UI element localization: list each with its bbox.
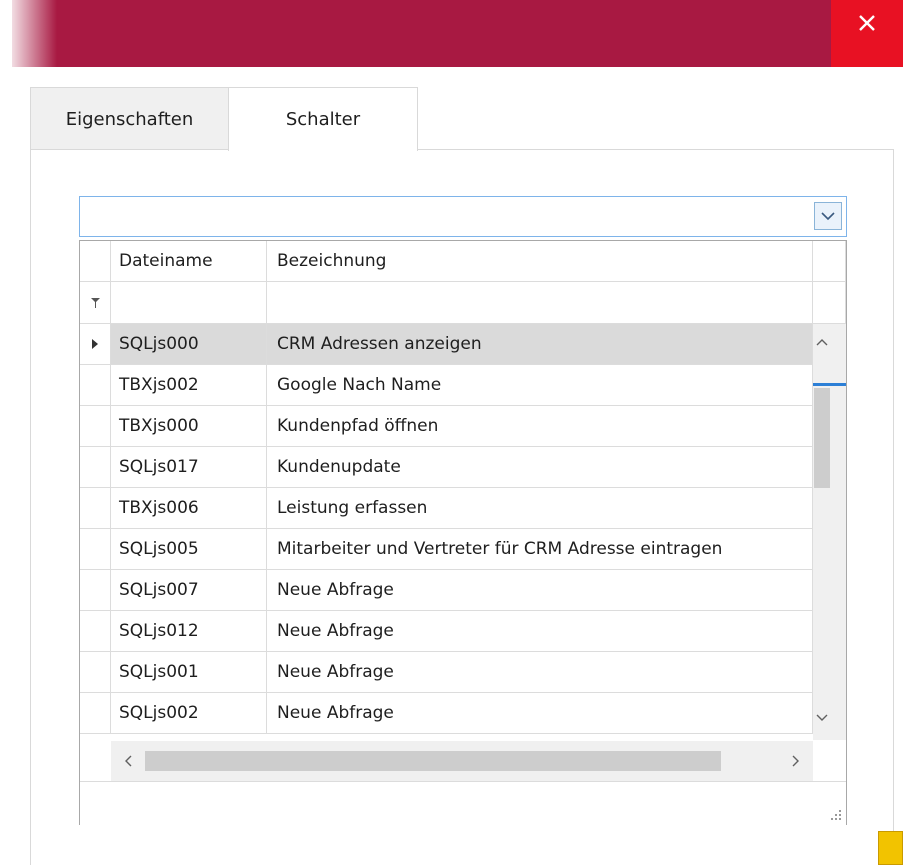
- row-header[interactable]: [80, 529, 111, 570]
- cell-dateiname[interactable]: SQLjs000: [111, 324, 267, 365]
- row-header[interactable]: [80, 611, 111, 652]
- column-header-bezeichnung[interactable]: Bezeichnung: [267, 241, 813, 282]
- tab-eigenschaften[interactable]: Eigenschaften: [30, 87, 229, 150]
- row-header[interactable]: [80, 570, 111, 611]
- scroll-corner: [813, 741, 846, 781]
- table-row[interactable]: SQLjs001 Neue Abfrage: [80, 652, 813, 693]
- tab-schalter[interactable]: Schalter: [228, 87, 418, 151]
- scroll-right-button[interactable]: [787, 749, 805, 773]
- column-header-dateiname[interactable]: Dateiname: [111, 241, 267, 282]
- cell-dateiname[interactable]: SQLjs007: [111, 570, 267, 611]
- filter-cell-dateiname[interactable]: [111, 282, 267, 324]
- cell-dateiname[interactable]: SQLjs001: [111, 652, 267, 693]
- taskbar-app-icon[interactable]: [878, 831, 903, 865]
- table-row[interactable]: SQLjs007 Neue Abfrage: [80, 570, 813, 611]
- popup-footer: [80, 781, 846, 825]
- filter-row-header: [80, 282, 111, 324]
- cell-bezeichnung[interactable]: Kundenupdate: [267, 447, 813, 488]
- cell-dateiname[interactable]: SQLjs017: [111, 447, 267, 488]
- row-header[interactable]: [80, 324, 111, 365]
- current-row-arrow-icon: [92, 339, 98, 349]
- cell-bezeichnung[interactable]: Mitarbeiter und Vertreter für CRM Adress…: [267, 529, 813, 570]
- table-row[interactable]: SQLjs002 Neue Abfrage: [80, 693, 813, 734]
- scroll-thumb[interactable]: [814, 388, 830, 488]
- filter-icon: [90, 297, 100, 308]
- horizontal-scrollbar[interactable]: [111, 741, 813, 781]
- cell-dateiname[interactable]: TBXjs002: [111, 365, 267, 406]
- filter-row: [80, 282, 846, 324]
- cell-bezeichnung[interactable]: Neue Abfrage: [267, 693, 813, 734]
- scroll-down-button[interactable]: [813, 706, 831, 730]
- table-row[interactable]: TBXjs000 Kundenpfad öffnen: [80, 406, 813, 447]
- row-header[interactable]: [80, 488, 111, 529]
- header-filler: [813, 241, 846, 282]
- hscroll-thumb[interactable]: [145, 751, 721, 771]
- cell-dateiname[interactable]: SQLjs012: [111, 611, 267, 652]
- cell-bezeichnung[interactable]: Neue Abfrage: [267, 611, 813, 652]
- row-header[interactable]: [80, 365, 111, 406]
- row-header[interactable]: [80, 447, 111, 488]
- cell-bezeichnung[interactable]: Neue Abfrage: [267, 652, 813, 693]
- table-row[interactable]: SQLjs005 Mitarbeiter und Vertreter für CR…: [80, 529, 813, 570]
- cell-bezeichnung[interactable]: Kundenpfad öffnen: [267, 406, 813, 447]
- filter-cell-bezeichnung[interactable]: [267, 282, 813, 324]
- row-header[interactable]: [80, 652, 111, 693]
- cell-bezeichnung[interactable]: Neue Abfrage: [267, 570, 813, 611]
- scroll-up-button[interactable]: [813, 330, 831, 354]
- table-row[interactable]: SQLjs000 CRM Adressen anzeigen: [80, 324, 813, 365]
- scroll-left-button[interactable]: [119, 749, 137, 773]
- resize-grip-icon[interactable]: [830, 809, 842, 821]
- header-corner: [80, 241, 111, 282]
- cell-dateiname[interactable]: SQLjs005: [111, 529, 267, 570]
- chevron-up-icon: [816, 339, 828, 346]
- combo-dropdown-button[interactable]: [814, 202, 842, 230]
- cell-bezeichnung[interactable]: Google Nach Name: [267, 365, 813, 406]
- close-button[interactable]: [831, 0, 903, 67]
- chevron-down-icon: [821, 212, 835, 221]
- window-titlebar: [12, 0, 903, 67]
- close-icon: [859, 15, 875, 31]
- chevron-right-icon: [792, 755, 799, 767]
- vertical-scrollbar[interactable]: [813, 324, 846, 740]
- cell-dateiname[interactable]: TBXjs000: [111, 406, 267, 447]
- cell-dateiname[interactable]: SQLjs002: [111, 693, 267, 734]
- chevron-left-icon: [125, 755, 132, 767]
- tab-label: Eigenschaften: [65, 108, 194, 130]
- grid-header-row: Dateiname Bezeichnung: [80, 241, 846, 282]
- table-row[interactable]: TBXjs002 Google Nach Name: [80, 365, 813, 406]
- dropdown-grid-popup: Dateiname Bezeichnung SQLjs000 CRM Adress…: [79, 240, 847, 825]
- chevron-down-icon: [816, 714, 828, 721]
- row-header[interactable]: [80, 406, 111, 447]
- tab-label: Schalter: [285, 109, 361, 130]
- table-row[interactable]: TBXjs006 Leistung erfassen: [80, 488, 813, 529]
- cell-bezeichnung[interactable]: Leistung erfassen: [267, 488, 813, 529]
- table-row[interactable]: SQLjs012 Neue Abfrage: [80, 611, 813, 652]
- table-row[interactable]: SQLjs017 Kundenupdate: [80, 447, 813, 488]
- cell-dateiname[interactable]: TBXjs006: [111, 488, 267, 529]
- cell-bezeichnung[interactable]: CRM Adressen anzeigen: [267, 324, 813, 365]
- scroll-position-indicator: [813, 383, 846, 386]
- schalter-combobox[interactable]: [79, 196, 847, 237]
- row-header[interactable]: [80, 693, 111, 734]
- hscroll-left-filler: [80, 741, 112, 781]
- filter-filler: [813, 282, 846, 324]
